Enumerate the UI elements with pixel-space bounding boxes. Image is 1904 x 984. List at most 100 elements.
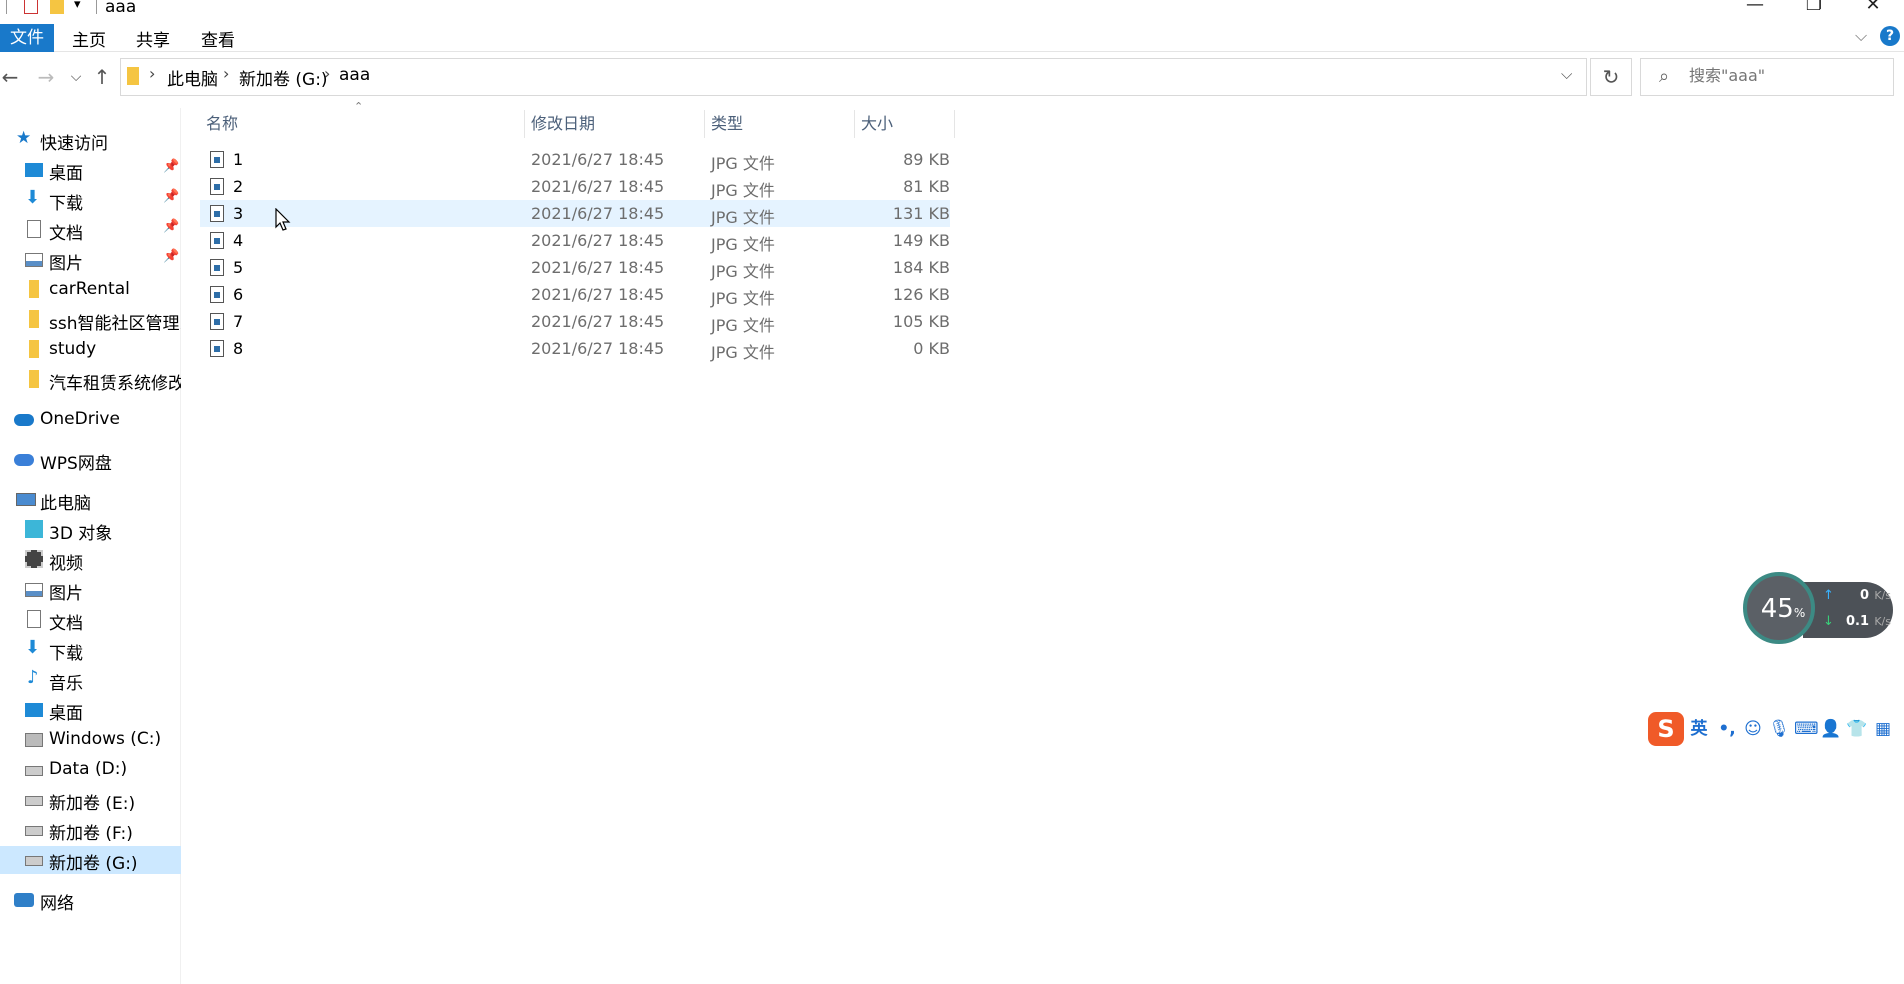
- file-row[interactable]: 7 2021/6/27 18:45 JPG 文件 105 KB: [200, 308, 950, 335]
- tab-view[interactable]: 查看: [195, 26, 241, 56]
- sidebar-item-documents[interactable]: 文档 📌: [0, 216, 181, 244]
- file-name: 2: [233, 177, 244, 196]
- file-row[interactable]: 8 2021/6/27 18:45 JPG 文件 0 KB: [200, 335, 950, 362]
- sidebar-item-wps[interactable]: WPS网盘: [0, 446, 181, 474]
- sidebar-item-documents[interactable]: 文档: [0, 606, 181, 634]
- sidebar-item-drive-d[interactable]: Data (D:): [0, 756, 181, 784]
- chevron-right-icon[interactable]: ›: [223, 64, 229, 83]
- sidebar-item-downloads[interactable]: ⬇ 下载 📌: [0, 186, 181, 214]
- address-dropdown-icon[interactable]: ⌵: [1561, 65, 1572, 83]
- download-unit: K/s: [1874, 615, 1891, 628]
- chevron-right-icon[interactable]: ›: [324, 64, 330, 83]
- file-row[interactable]: 1 2021/6/27 18:45 JPG 文件 89 KB: [200, 146, 950, 173]
- file-row[interactable]: 6 2021/6/27 18:45 JPG 文件 126 KB: [200, 281, 950, 308]
- sidebar-item-quick-access[interactable]: ★ 快速访问: [0, 126, 181, 154]
- tab-share[interactable]: 共享: [130, 26, 176, 56]
- close-button[interactable]: ✕: [1858, 0, 1888, 16]
- pin-icon[interactable]: 📌: [163, 219, 179, 234]
- help-icon[interactable]: ?: [1880, 26, 1900, 46]
- sidebar-item-onedrive[interactable]: OneDrive: [0, 406, 181, 434]
- file-size: 126 KB: [892, 285, 950, 304]
- user-icon[interactable]: 👤: [1820, 718, 1842, 740]
- network-icon: [14, 893, 34, 907]
- refresh-button[interactable]: ↻: [1590, 58, 1632, 96]
- breadcrumb-this-pc[interactable]: 此电脑: [167, 65, 218, 90]
- sidebar-item-drive-e[interactable]: 新加卷 (E:): [0, 786, 181, 814]
- network-speed-widget[interactable]: ↑ 0 K/s ↓ 0.1 K/s 45%: [1743, 572, 1893, 644]
- file-row[interactable]: 5 2021/6/27 18:45 JPG 文件 184 KB: [200, 254, 950, 281]
- recent-locations-icon[interactable]: ⌵: [64, 64, 88, 90]
- microphone-icon[interactable]: 🎙: [1768, 718, 1790, 740]
- sidebar-item-desktop[interactable]: 桌面 📌: [0, 156, 181, 184]
- sidebar-item-videos[interactable]: 视频: [0, 546, 181, 574]
- sidebar-item-pictures[interactable]: 图片 📌: [0, 246, 181, 274]
- windows-drive-icon: [25, 733, 43, 747]
- file-row[interactable]: 4 2021/6/27 18:45 JPG 文件 149 KB: [200, 227, 950, 254]
- pin-icon[interactable]: 📌: [163, 249, 179, 264]
- sidebar-item-drive-g[interactable]: 新加卷 (G:): [0, 846, 181, 874]
- breadcrumb-drive-g[interactable]: 新加卷 (G:): [239, 65, 328, 90]
- chevron-down-icon[interactable]: ⌵: [1855, 26, 1867, 46]
- address-bar[interactable]: › 此电脑 › 新加卷 (G:) › aaa ⌵: [120, 58, 1587, 96]
- file-type: JPG 文件: [711, 343, 775, 362]
- sidebar-item-label: 网络: [40, 894, 74, 914]
- sidebar-item-folder[interactable]: study: [0, 336, 181, 364]
- folder-icon: [127, 67, 139, 85]
- sidebar-item-desktop[interactable]: 桌面: [0, 696, 181, 724]
- skin-icon[interactable]: 👕: [1846, 718, 1868, 740]
- pin-icon[interactable]: 📌: [163, 189, 179, 204]
- column-header-date[interactable]: 修改日期: [525, 110, 705, 138]
- back-arrow-icon[interactable]: ←: [0, 64, 22, 90]
- sidebar-item-folder[interactable]: 汽车租赁系统修改: [0, 366, 181, 394]
- file-size: 131 KB: [892, 204, 950, 223]
- file-size: 184 KB: [892, 258, 950, 277]
- sidebar-item-label: study: [49, 339, 97, 359]
- sidebar-item-3d-objects[interactable]: 3D 对象: [0, 516, 181, 544]
- sidebar-item-pictures[interactable]: 图片: [0, 576, 181, 604]
- tab-file[interactable]: 文件: [0, 24, 54, 52]
- jpg-file-icon: [210, 313, 224, 330]
- sidebar-item-drive-f[interactable]: 新加卷 (F:): [0, 816, 181, 844]
- customize-quick-access-icon[interactable]: ▾: [74, 0, 81, 12]
- forward-arrow-icon[interactable]: →: [34, 64, 58, 90]
- sidebar-item-label: 桌面: [49, 164, 83, 184]
- sidebar-item-this-pc[interactable]: 此电脑: [0, 486, 181, 514]
- sogou-logo-icon[interactable]: S: [1648, 712, 1684, 746]
- sidebar-item-music[interactable]: ♪ 音乐: [0, 666, 181, 694]
- computer-icon: [16, 493, 36, 506]
- sidebar-item-folder[interactable]: carRental: [0, 276, 181, 304]
- sidebar-item-label: 音乐: [49, 674, 83, 694]
- properties-icon[interactable]: [24, 0, 38, 14]
- up-arrow-icon[interactable]: ↑: [90, 64, 114, 90]
- sidebar-item-label: OneDrive: [40, 409, 120, 429]
- punctuation-toggle[interactable]: •,: [1716, 718, 1738, 740]
- column-header-name[interactable]: 名称: [200, 110, 525, 138]
- pin-icon[interactable]: 📌: [163, 159, 179, 174]
- file-row[interactable]: 2 2021/6/27 18:45 JPG 文件 81 KB: [200, 173, 950, 200]
- minimize-button[interactable]: —: [1740, 0, 1770, 16]
- restore-button[interactable]: ❐: [1799, 0, 1829, 16]
- search-input[interactable]: [1689, 66, 1879, 85]
- sidebar-item-label: 桌面: [49, 704, 83, 724]
- file-name: 1: [233, 150, 244, 169]
- file-name: 7: [233, 312, 244, 331]
- sidebar-item-label: 视频: [49, 554, 83, 574]
- sidebar-item-drive-c[interactable]: Windows (C:): [0, 726, 181, 754]
- drive-icon: [25, 856, 43, 866]
- tab-home[interactable]: 主页: [66, 26, 112, 56]
- sidebar-item-network[interactable]: 网络: [0, 886, 181, 914]
- keyboard-icon[interactable]: ⌨: [1794, 718, 1819, 740]
- separator: [96, 0, 97, 14]
- search-box[interactable]: ⌕: [1640, 58, 1894, 96]
- ime-mode-toggle[interactable]: 英: [1688, 718, 1710, 740]
- column-header-size[interactable]: 大小: [855, 110, 955, 138]
- column-header-type[interactable]: 类型: [705, 110, 855, 138]
- sidebar-item-downloads[interactable]: ⬇ 下载: [0, 636, 181, 664]
- chevron-right-icon[interactable]: ›: [149, 64, 155, 83]
- file-row[interactable]: 3 2021/6/27 18:45 JPG 文件 131 KB: [200, 200, 950, 227]
- new-folder-icon[interactable]: [50, 0, 64, 14]
- toolbox-icon[interactable]: ▦: [1872, 718, 1894, 740]
- sidebar-item-folder[interactable]: ssh智能社区管理系: [0, 306, 181, 334]
- emoji-icon[interactable]: ☺: [1742, 718, 1764, 740]
- breadcrumb-current-folder[interactable]: aaa: [339, 65, 370, 85]
